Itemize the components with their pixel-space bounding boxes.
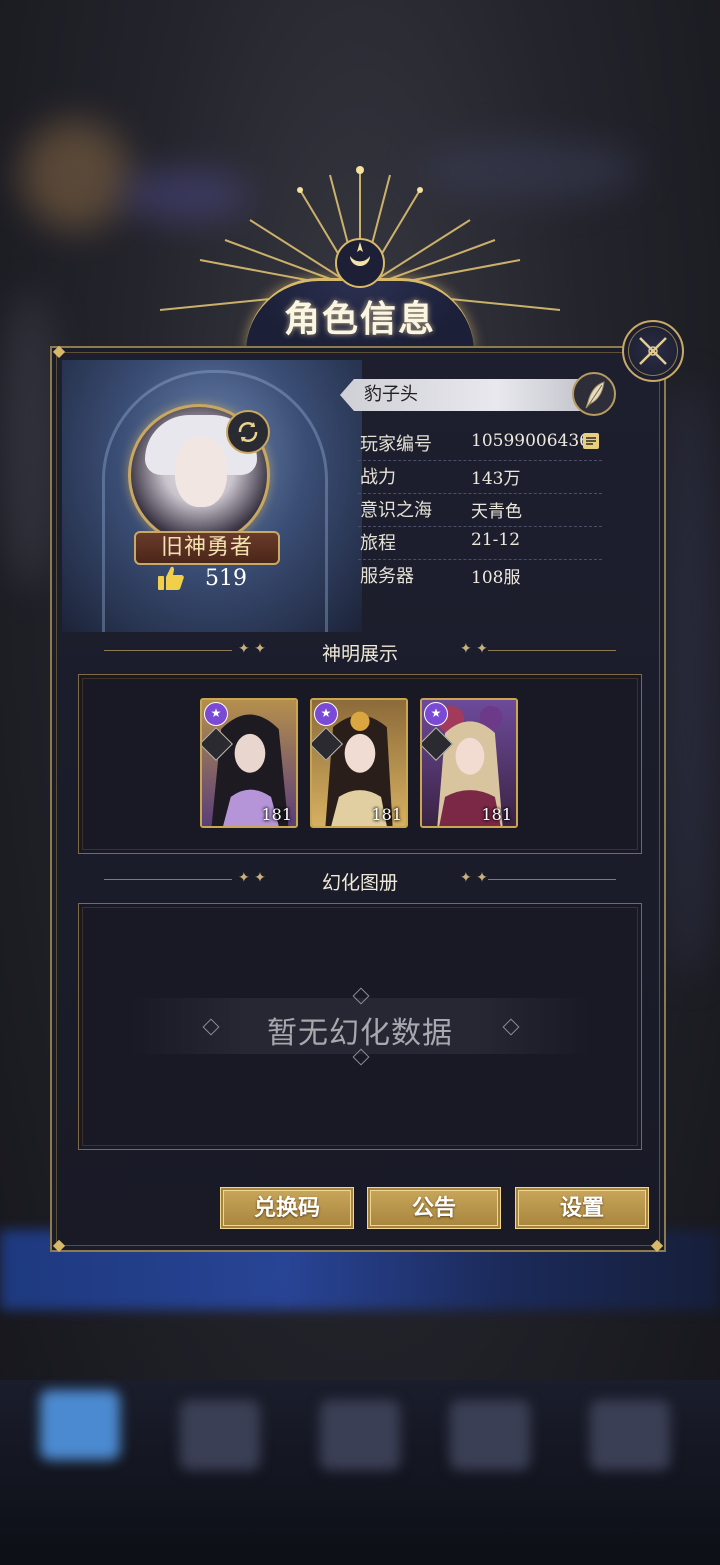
info-label: 意识之海	[360, 500, 432, 521]
card-level: 181	[481, 805, 512, 824]
section-title: 神明展示	[321, 643, 398, 665]
nav-item-blurred	[40, 1390, 120, 1460]
corner-ornament: ◆	[52, 341, 66, 360]
background-blur	[20, 120, 130, 230]
refresh-icon	[238, 422, 258, 442]
info-row-server: 服务器 108服	[358, 560, 602, 592]
sparkle-icon: ✦ ✦	[460, 870, 488, 886]
bottom-nav-blurred	[0, 1380, 720, 1565]
info-label: 玩家编号	[360, 434, 432, 455]
edit-name-button[interactable]	[572, 372, 616, 416]
avatar-face	[175, 437, 227, 507]
copy-icon[interactable]	[582, 432, 600, 450]
god-card[interactable]: ★ 181	[200, 698, 298, 828]
star-badge-icon: ★	[204, 702, 228, 726]
nav-item-blurred	[450, 1400, 530, 1470]
nav-item-blurred	[590, 1400, 670, 1470]
background-blur	[660, 380, 720, 980]
section-title: 幻化图册	[321, 872, 398, 894]
info-value: 143万	[471, 469, 521, 489]
divider	[488, 650, 616, 651]
god-card[interactable]: ★ 181	[310, 698, 408, 828]
thumbs-up-icon[interactable]	[156, 563, 186, 593]
like-count: 519	[205, 566, 247, 591]
moon-emblem-icon	[335, 238, 385, 288]
sparkle-icon: ✦ ✦	[460, 641, 488, 657]
card-level: 181	[261, 805, 292, 824]
redeem-code-button[interactable]: 兑换码	[220, 1187, 354, 1229]
quill-icon	[585, 381, 605, 409]
info-row-power: 战力 143万	[358, 461, 602, 494]
info-value: 108服	[471, 568, 521, 588]
settings-button[interactable]: 设置	[515, 1187, 649, 1229]
info-value: 天青色	[471, 502, 522, 522]
info-label: 旅程	[360, 533, 396, 554]
info-row-player-id: 玩家编号 10599006436	[358, 428, 602, 461]
god-card[interactable]: ★ 181	[420, 698, 518, 828]
section-header-gods: ✦ ✦ 神明展示 ✦ ✦	[104, 639, 616, 665]
info-label: 服务器	[360, 566, 414, 587]
section-header-transform: ✦ ✦ 幻化图册 ✦ ✦	[104, 868, 616, 894]
divider	[488, 879, 616, 880]
info-value: 10599006436	[471, 431, 590, 451]
nav-item-blurred	[320, 1400, 400, 1470]
page-title: 角色信息	[283, 298, 436, 340]
star-badge-icon: ★	[314, 702, 338, 726]
notice-button[interactable]: 公告	[367, 1187, 501, 1229]
info-row-journey: 旅程 21-12	[358, 527, 602, 560]
title-badge: 旧神勇者	[134, 531, 280, 565]
info-row-sea-of-consciousness: 意识之海 天青色	[358, 494, 602, 527]
player-info-table: 玩家编号 10599006436 战力 143万 意识之海 天青色 旅程 21-…	[358, 428, 602, 592]
empty-state-text: 暂无幻化数据	[267, 1016, 453, 1051]
star-badge-icon: ★	[424, 702, 448, 726]
info-value: 21-12	[471, 530, 521, 550]
close-button[interactable]	[622, 320, 684, 382]
info-label: 战力	[360, 467, 396, 488]
nav-item-blurred	[180, 1400, 260, 1470]
corner-ornament: ◆	[650, 1235, 664, 1254]
card-level: 181	[371, 805, 402, 824]
close-icon	[639, 337, 667, 365]
corner-ornament: ◆	[52, 1235, 66, 1254]
change-avatar-button[interactable]	[226, 410, 270, 454]
player-name: 豹子头	[340, 379, 602, 411]
